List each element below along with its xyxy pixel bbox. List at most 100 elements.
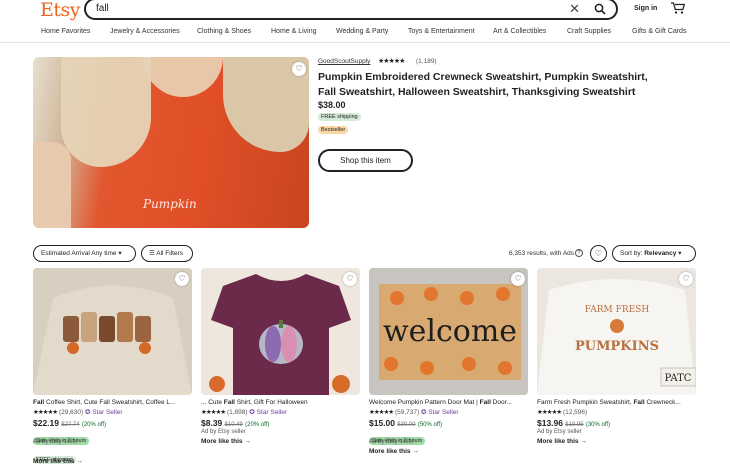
listing-card[interactable]: ♡ ... Cute Fall Shirt, Gift For Hallowee…	[201, 268, 360, 448]
star-seller-badge-icon: ✪	[420, 409, 427, 416]
nav-item[interactable]: Gifts & Gift Cards	[632, 28, 686, 35]
listing-image[interactable]: ♡	[201, 268, 360, 395]
image-detail	[61, 57, 151, 167]
more-like-this-link[interactable]: More like this →	[537, 438, 696, 448]
listing-image[interactable]: welcome ♡	[369, 268, 528, 395]
sort-dropdown[interactable]: Sort by: Relevancy ▾	[612, 245, 696, 262]
chevron-down-icon: ▾	[678, 250, 682, 257]
rating-stars-icon: ★★★★★	[33, 409, 58, 416]
favorite-heart-icon[interactable]: ♡	[511, 272, 525, 286]
search-bar[interactable]: fall ✕	[84, 0, 618, 20]
listing-title[interactable]: Fall Coffee Shirt, Cute Fall Sweatshirt,…	[33, 399, 192, 408]
more-like-this-label: More like this	[537, 438, 579, 445]
cart-icon[interactable]	[671, 2, 685, 14]
clear-search-icon[interactable]: ✕	[569, 1, 580, 17]
featured-title[interactable]: Pumpkin Embroidered Crewneck Sweatshirt,…	[318, 70, 658, 100]
more-like-this-label: More like this	[369, 448, 411, 455]
title-text: Crewneck...	[644, 399, 681, 406]
original-price: $27.74	[61, 422, 80, 428]
star-seller-label: Star Seller	[256, 409, 287, 416]
chevron-down-icon: ▾	[118, 250, 122, 257]
save-search-heart-icon[interactable]: ♡	[590, 245, 607, 262]
listing-rating: ★★★★★ (29,630) ✪ Star Seller	[33, 408, 192, 418]
nav-item[interactable]: Art & Collectibles	[493, 28, 546, 35]
more-like-this-link[interactable]: More like this →	[33, 458, 192, 468]
favorite-heart-icon[interactable]: ♡	[175, 272, 189, 286]
bestseller-badge: Bestseller	[318, 126, 349, 134]
embroidery-text: Pumpkin	[143, 197, 197, 211]
ad-label: Ad by Etsy seller	[201, 429, 246, 435]
arrow-right-icon: →	[580, 438, 587, 445]
sign-text: PATC	[665, 373, 692, 384]
star-seller-badge-icon: ✪	[84, 409, 91, 416]
rating-stars-icon: ★★★★★	[201, 409, 226, 416]
favorite-heart-icon[interactable]: ♡	[343, 272, 357, 286]
nav-item[interactable]: Toys & Entertainment	[408, 28, 475, 35]
tshirt-image	[201, 268, 360, 395]
listing-title[interactable]: Farm Fresh Pumpkin Sweatshirt, Fall Crew…	[537, 399, 696, 408]
nav-item[interactable]: Craft Supplies	[567, 28, 611, 35]
site-header: Etsy fall ✕ Sign in	[0, 0, 730, 24]
title-text: Farm Fresh Pumpkin Sweatshirt,	[537, 399, 634, 406]
discount: (20% off)	[245, 422, 270, 428]
sale-price: $13.96	[537, 418, 563, 428]
listing-price: $13.96 $19.95 (30% off)	[537, 418, 696, 429]
more-like-this-label: More like this	[201, 438, 243, 445]
sweatshirt-image	[33, 268, 192, 395]
all-filters-label: All Filters	[156, 250, 184, 257]
arrow-right-icon: →	[76, 458, 83, 465]
results-count: 6,353 results, with Ads	[509, 250, 575, 257]
rating-stars-icon: ★★★★★	[369, 409, 394, 416]
arrival-filter-button[interactable]: Estimated Arrival Any time ▾	[33, 245, 136, 262]
arrow-right-icon: →	[412, 448, 419, 455]
review-count: (1,189)	[416, 58, 437, 65]
title-text: Shirt, Gift For Halloween	[234, 399, 308, 406]
image-detail	[33, 142, 71, 228]
listing-image[interactable]: FARM FRESH PUMPKINS PATC ♡	[537, 268, 696, 395]
header-divider	[0, 42, 730, 43]
nav-item[interactable]: Wedding & Party	[336, 28, 388, 35]
search-input[interactable]: fall	[96, 3, 109, 14]
title-text: Welcome Pumpkin Pattern Door Mat |	[369, 399, 480, 406]
listing-card[interactable]: welcome ♡ Welcome Pumpkin Pattern Door M…	[369, 268, 528, 458]
free-shipping-badge: FREE shipping	[318, 113, 361, 121]
ad-label: Ad by Etsy seller	[33, 439, 78, 445]
ad-label: Ad by Etsy seller	[369, 439, 414, 445]
search-icon[interactable]	[594, 3, 606, 15]
title-text: Door...	[490, 399, 512, 406]
nav-item[interactable]: Jewelry & Accessories	[110, 28, 180, 35]
nav-item[interactable]: Clothing & Shoes	[197, 28, 251, 35]
shop-this-item-button[interactable]: Shop this item	[318, 149, 413, 172]
nav-item[interactable]: Home & Living	[271, 28, 317, 35]
featured-image[interactable]: Pumpkin ♡	[33, 57, 309, 228]
nav-item[interactable]: Home Favorites	[41, 28, 90, 35]
listing-title[interactable]: ... Cute Fall Shirt, Gift For Halloween	[201, 399, 360, 408]
shop-name-link[interactable]: GoodScoutSupply	[318, 58, 370, 65]
listing-rating: ★★★★★ (59,737) ✪ Star Seller	[369, 408, 528, 418]
listing-price: $22.19 $27.74 (20% off)	[33, 418, 192, 429]
review-count: (29,630)	[58, 409, 84, 416]
arrival-filter-label: Estimated Arrival Any time	[41, 250, 117, 257]
sign-in-link[interactable]: Sign in	[634, 5, 657, 12]
review-count: (59,737)	[394, 409, 420, 416]
favorite-heart-icon[interactable]: ♡	[292, 62, 306, 76]
listing-title[interactable]: Welcome Pumpkin Pattern Door Mat | Fall …	[369, 399, 528, 408]
shirt-text-1: FARM FRESH	[585, 305, 650, 315]
etsy-logo[interactable]: Etsy	[40, 0, 81, 21]
sale-price: $8.39	[201, 418, 223, 428]
more-like-this-link[interactable]: More like this →	[201, 438, 360, 448]
ads-info-icon[interactable]: ?	[575, 249, 583, 257]
review-count: (12,596)	[562, 409, 588, 416]
original-price: $30.00	[397, 422, 416, 428]
more-like-this-label: More like this	[33, 458, 75, 465]
sort-value: Relevancy	[644, 250, 677, 257]
listing-image[interactable]: ♡	[33, 268, 192, 395]
star-seller-badge-icon: ✪	[249, 409, 255, 416]
favorite-heart-icon[interactable]: ♡	[679, 272, 693, 286]
more-like-this-link[interactable]: More like this →	[369, 448, 528, 458]
star-seller-label: Star Seller	[92, 409, 123, 416]
title-text: ... Cute	[201, 399, 224, 406]
all-filters-button[interactable]: ☰ All Filters	[141, 245, 193, 262]
listing-card[interactable]: ♡ Fall Coffee Shirt, Cute Fall Sweatshir…	[33, 268, 192, 468]
listing-card[interactable]: FARM FRESH PUMPKINS PATC ♡ Farm Fresh Pu…	[537, 268, 696, 448]
